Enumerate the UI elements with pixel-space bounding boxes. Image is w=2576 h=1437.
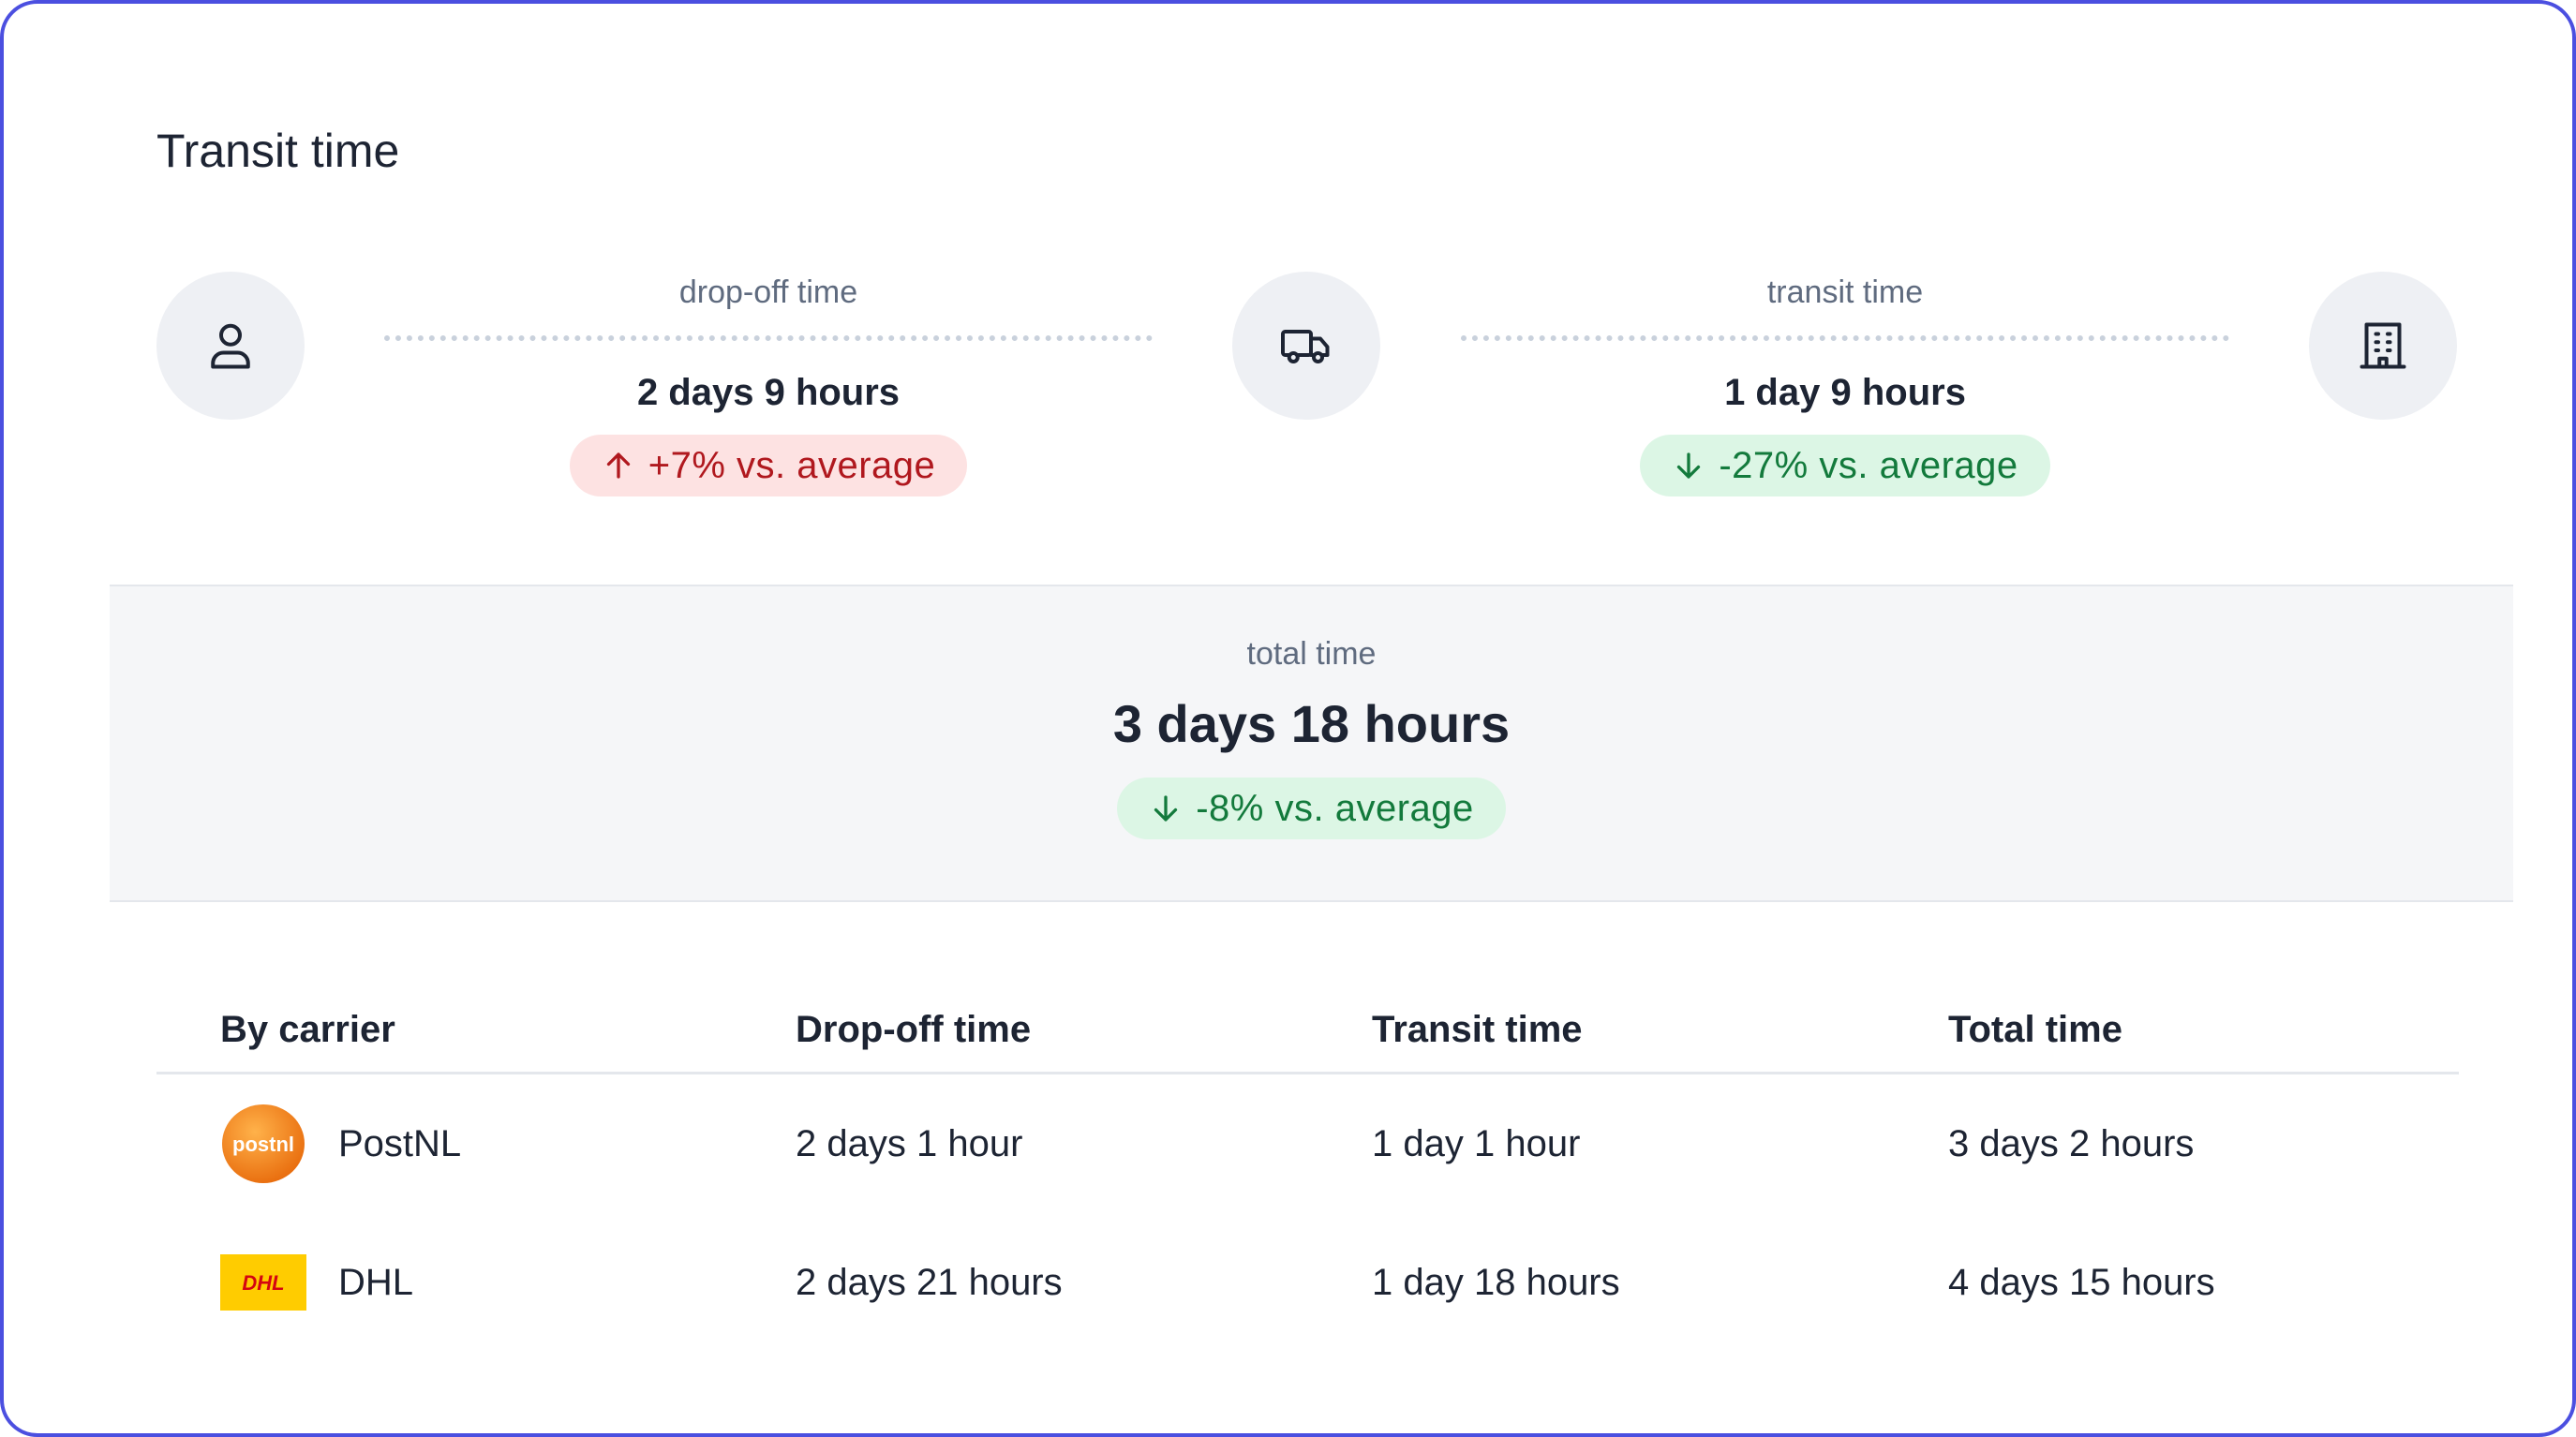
carrier-name: PostNL [338, 1122, 462, 1164]
building-icon [2360, 322, 2406, 369]
dropoff-delta-text: +7% vs. average [648, 444, 936, 486]
dropoff-delta-badge: +7% vs. average [569, 435, 968, 496]
header-dropoff: Drop-off time [796, 1008, 1032, 1050]
dhl-logo-text: DHL [242, 1271, 284, 1295]
transit-connector [1461, 335, 2229, 341]
building-icon-circle [2309, 272, 2457, 420]
person-icon [211, 323, 250, 369]
carrier-name: DHL [338, 1261, 414, 1303]
total-value: 3 days 18 hours [1112, 694, 1511, 753]
transit-value: 1 day 9 hours [1724, 372, 1966, 413]
total-time-panel: total time 3 days 18 hours -8% vs. avera… [110, 585, 2513, 902]
total-label: total time [1246, 636, 1377, 672]
total-cell: 3 days 2 hours [1948, 1122, 2195, 1164]
transit-label: transit time [1766, 274, 1924, 310]
table-row: postnl PostNL 2 days 1 hour 1 day 1 hour… [156, 1074, 2459, 1213]
arrow-down-icon [1154, 795, 1178, 822]
postnl-logo-text: postnl [232, 1133, 294, 1156]
carrier-cell: DHL DHL [156, 1239, 796, 1326]
header-transit: Transit time [1372, 1008, 1583, 1050]
transit-time-card: Transit time drop-off time 2 days 9 hour… [0, 0, 2576, 1437]
total-delta-badge: -8% vs. average [1117, 778, 1506, 839]
transit-segment: transit time 1 day 9 hours -27% vs. aver… [1461, 272, 2229, 496]
transit-delta-text: -27% vs. average [1719, 444, 2018, 486]
dropoff-cell: 2 days 21 hours [796, 1261, 1063, 1303]
postnl-logo: postnl [220, 1101, 306, 1187]
dropoff-label: drop-off time [678, 274, 858, 310]
carrier-cell: postnl PostNL [156, 1101, 796, 1187]
transit-cell: 1 day 18 hours [1372, 1261, 1620, 1303]
dhl-logo: DHL [220, 1239, 306, 1326]
total-cell: 4 days 15 hours [1948, 1261, 2215, 1303]
dropoff-segment: drop-off time 2 days 9 hours +7% vs. ave… [384, 272, 1153, 496]
transit-cell: 1 day 1 hour [1372, 1122, 1581, 1164]
transit-delta-badge: -27% vs. average [1640, 435, 2050, 496]
total-delta-text: -8% vs. average [1196, 787, 1474, 829]
dropoff-value: 2 days 9 hours [636, 372, 901, 413]
header-total: Total time [1948, 1008, 2122, 1050]
card-title: Transit time [156, 125, 400, 177]
table-row: DHL DHL 2 days 21 hours 1 day 18 hours 4… [156, 1213, 2459, 1352]
header-carrier: By carrier [220, 1008, 395, 1050]
carrier-table: By carrier Drop-off time Transit time To… [156, 987, 2459, 1352]
truck-icon [1281, 330, 1330, 363]
arrow-up-icon [606, 452, 630, 479]
dropoff-cell: 2 days 1 hour [796, 1122, 1023, 1164]
person-icon-circle [156, 272, 305, 420]
arrow-down-icon [1677, 452, 1701, 479]
table-header-row: By carrier Drop-off time Transit time To… [156, 987, 2459, 1074]
dropoff-connector [384, 335, 1153, 341]
truck-icon-circle [1232, 272, 1380, 420]
